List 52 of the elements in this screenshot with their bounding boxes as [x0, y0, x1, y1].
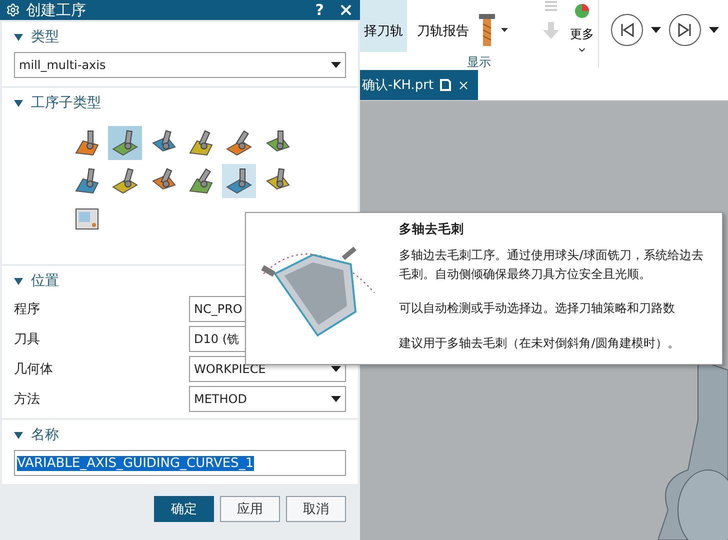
field-label: 程序 [14, 301, 41, 318]
milling-operation-icon [187, 129, 215, 157]
pie-chart-icon [575, 4, 589, 18]
caret-icon [331, 62, 341, 68]
milling-operation-icon [225, 129, 253, 157]
previous-icon[interactable] [611, 14, 643, 46]
operation-subtype-button[interactable] [108, 126, 142, 160]
section-heading: 位置 [31, 272, 59, 290]
tooltip-text: 多轴边去毛刺工序。通过使用球头/球面铣刀，系统给边去毛刺。自动侧倾确保最终刀具方位安全且光顺。 [399, 247, 704, 283]
document-icon [440, 79, 451, 91]
help-button[interactable]: ? [315, 1, 324, 19]
tooltip-text: 可以自动检测或手动选择边。选择刀轴策略和刀路数 [399, 300, 676, 318]
milling-operation-icon [111, 167, 139, 195]
field-label: 几何体 [14, 361, 54, 378]
type-dropdown[interactable]: mill_multi-axis [14, 52, 346, 78]
end-mill-icon[interactable] [479, 14, 495, 48]
milling-operation-icon [187, 167, 215, 195]
dialog-button[interactable]: 应用 [220, 496, 280, 522]
tooltip-title: 多轴去毛刺 [399, 221, 466, 238]
close-icon[interactable] [338, 2, 354, 18]
milling-operation-icon [225, 167, 253, 195]
dialog-button[interactable]: 确定 [154, 496, 214, 522]
field-label: 刀具 [14, 331, 41, 348]
dialog-button[interactable]: 取消 [286, 496, 346, 522]
ribbon-button[interactable]: 择刀轨 [360, 0, 407, 52]
settings-icon [6, 3, 20, 17]
collapse-triangle-icon[interactable] [14, 432, 23, 438]
section-heading: 工序子类型 [31, 94, 101, 112]
close-icon[interactable] [456, 78, 470, 92]
section-heading: 名称 [31, 426, 59, 444]
caret-icon [709, 27, 719, 33]
section-heading: 类型 [31, 28, 59, 46]
collapse-triangle-icon[interactable] [14, 34, 23, 40]
name-input-field[interactable]: VARIABLE_AXIS_GUIDING_CURVES_1 [14, 450, 346, 476]
location-dropdown[interactable]: METHOD [189, 386, 346, 412]
dialog-title: 创建工序 [26, 0, 87, 20]
milling-operation-icon [73, 129, 101, 157]
ribbon-button[interactable]: 刀轨报告 [413, 0, 473, 52]
milling-operation-icon [73, 167, 101, 195]
group-label: 显示 [467, 54, 491, 71]
collapse-triangle-icon[interactable] [14, 278, 23, 284]
caret-icon [331, 396, 341, 402]
operation-subtype-button[interactable] [222, 164, 256, 198]
next-icon[interactable] [669, 14, 701, 46]
field-label: 方法 [14, 391, 41, 408]
collapse-triangle-icon[interactable] [14, 100, 23, 106]
caret-icon[interactable] [501, 28, 508, 32]
tooltip-text: 建议用于多轴去毛刺（在未对倒斜角/圆角建模时）。 [399, 334, 680, 352]
milling-operation-icon [111, 129, 139, 157]
document-tab[interactable]: 确认-KH.prt [360, 70, 478, 100]
more-button[interactable]: 更多 [566, 4, 598, 55]
caret-icon [651, 27, 661, 33]
